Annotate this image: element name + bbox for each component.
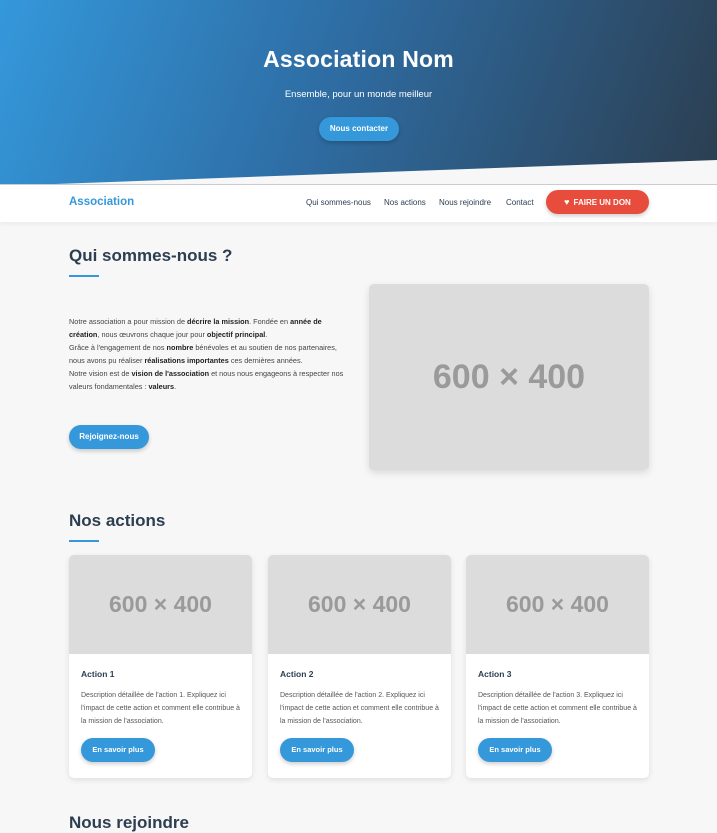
about-text-emphasis: objectif principal: [206, 330, 266, 339]
contact-button[interactable]: Nous contacter: [319, 117, 399, 141]
action-card-description: Description détaillée de l'action 2. Exp…: [280, 692, 439, 725]
learn-more-button[interactable]: En savoir plus: [280, 738, 354, 762]
about-text-emphasis: valeurs: [148, 382, 175, 391]
heart-icon: ♥: [564, 197, 570, 207]
donate-button[interactable]: ♥ FAIRE UN DON: [546, 190, 649, 214]
about-text-segment: .: [265, 330, 268, 339]
about-text-emphasis: décrire la mission: [187, 317, 250, 326]
action-card-image: 600 × 400: [466, 555, 649, 654]
action-card-description: Description détaillée de l'action 1. Exp…: [81, 692, 240, 725]
about-text-segment: . Fondée en: [249, 317, 291, 326]
learn-more-button[interactable]: En savoir plus: [81, 738, 155, 762]
about-text-segment: Notre association a pour mission de: [69, 317, 188, 326]
nav-link-nos-actions[interactable]: Nos actions: [384, 198, 426, 207]
hero-banner: Association Nom Ensemble, pour un monde …: [0, 0, 717, 186]
about-text-segment: .: [174, 382, 177, 391]
about-description: Notre association a pour mission de décr…: [69, 315, 345, 393]
learn-more-button[interactable]: En savoir plus: [478, 738, 552, 762]
about-section-title: Qui sommes-nous ?: [69, 246, 233, 265]
action-card-title: Action 1: [81, 669, 115, 679]
action-card-image: 600 × 400: [268, 555, 451, 654]
about-text-emphasis: réalisations importantes: [144, 356, 229, 365]
action-card: 600 × 400 Action 2 Description détaillée…: [268, 555, 451, 778]
about-text-segment: Grâce à l'engagement de nos: [69, 343, 167, 352]
nav-link-nous-rejoindre[interactable]: Nous rejoindre: [439, 198, 491, 207]
about-text-segment: ces dernières années.: [228, 356, 303, 365]
join-button[interactable]: Rejoignez-nous: [69, 425, 149, 449]
about-text-segment: Notre vision est de: [69, 369, 132, 378]
action-card-image: 600 × 400: [69, 555, 252, 654]
actions-section-title: Nos actions: [69, 511, 166, 530]
about-text-emphasis: vision de l'association: [131, 369, 210, 378]
action-card: 600 × 400 Action 1 Description détaillée…: [69, 555, 252, 778]
action-card-title: Action 2: [280, 669, 314, 679]
action-card-description: Description détaillée de l'action 3. Exp…: [478, 692, 637, 725]
nav-link-contact[interactable]: Contact: [506, 198, 534, 207]
main-navbar: Association Qui sommes-nous Nos actions …: [0, 184, 717, 222]
about-text-emphasis: nombre: [166, 343, 194, 352]
action-card: 600 × 400 Action 3 Description détaillée…: [466, 555, 649, 778]
join-section-title: Nous rejoindre: [69, 813, 189, 832]
brand-logo[interactable]: Association: [69, 196, 134, 208]
hero-tagline: Ensemble, pour un monde meilleur: [284, 89, 433, 100]
action-card-title: Action 3: [478, 669, 512, 679]
site-title: Association Nom: [263, 46, 454, 72]
actions-title-underline: [69, 540, 99, 542]
donate-button-label: FAIRE UN DON: [573, 198, 631, 207]
nav-link-qui-sommes-nous[interactable]: Qui sommes-nous: [306, 198, 371, 207]
about-title-underline: [69, 275, 99, 277]
about-image-placeholder: 600 × 400: [369, 284, 649, 470]
about-text-segment: , nous œuvrons chaque jour pour: [97, 330, 207, 339]
